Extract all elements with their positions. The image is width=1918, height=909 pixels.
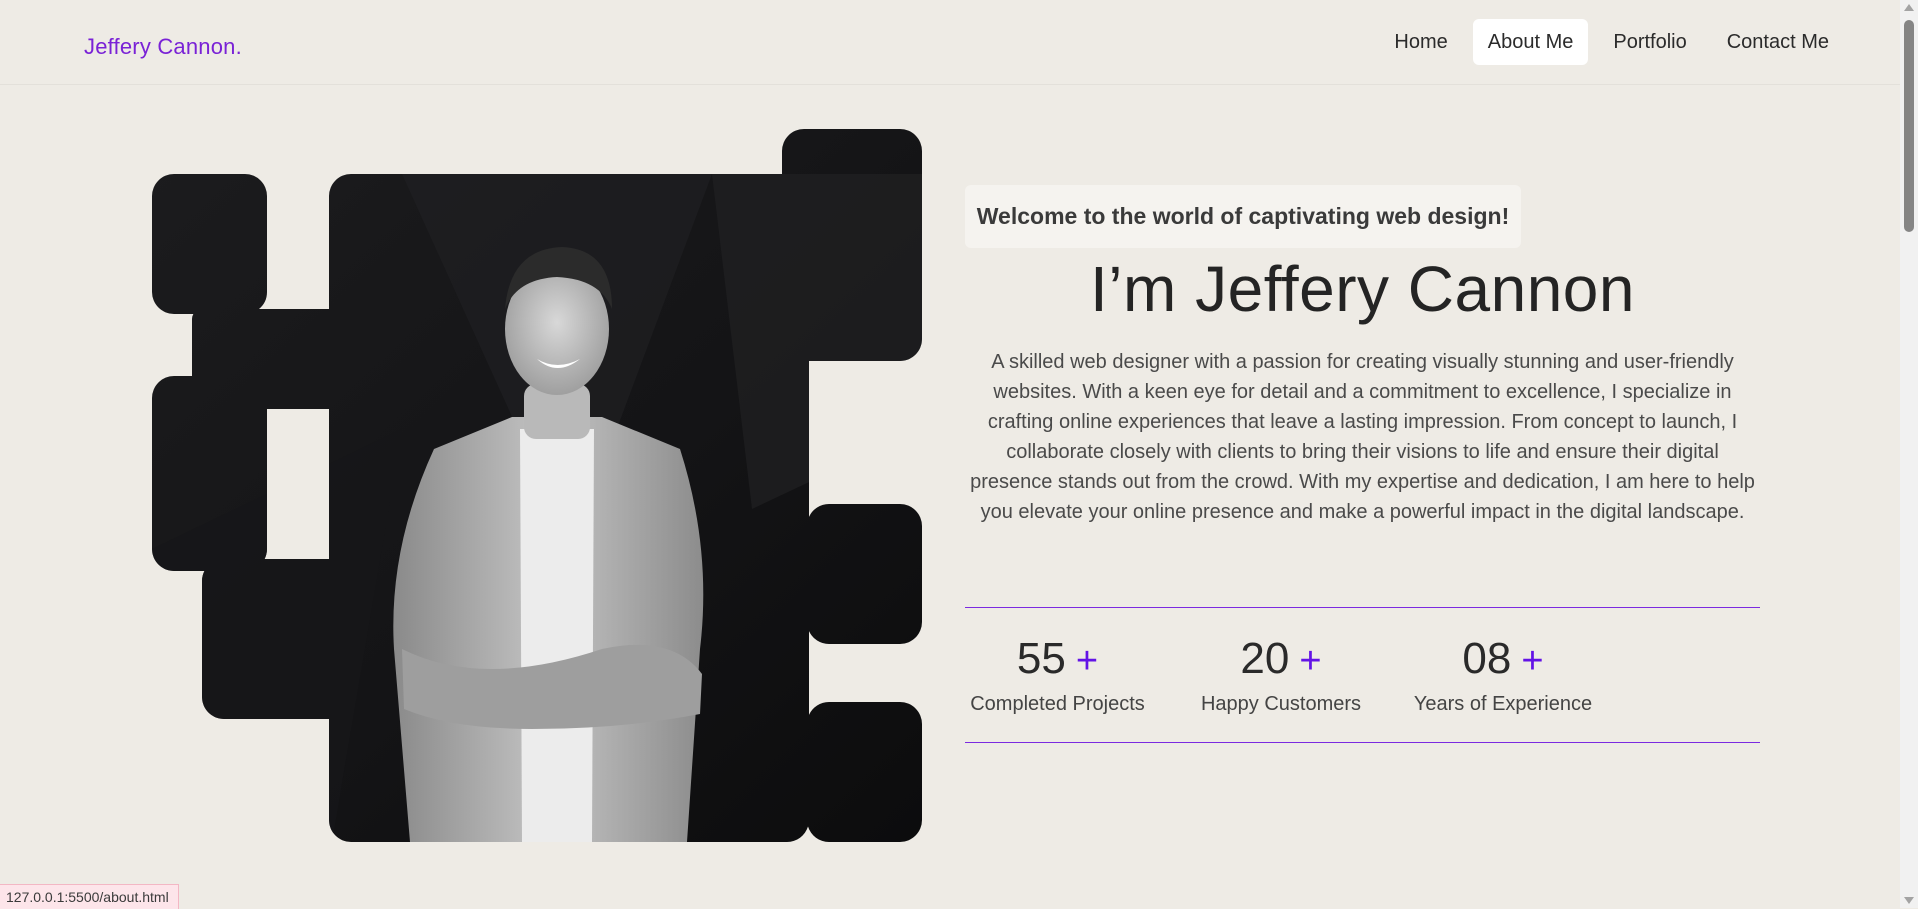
hero-description: A skilled web designer with a passion fo… [970, 351, 1755, 523]
profile-photo [152, 129, 922, 842]
welcome-badge: Welcome to the world of captivating web … [965, 185, 1521, 248]
stat-value: 55 [1016, 634, 1066, 683]
site-logo[interactable]: Jeffery Cannon. [84, 34, 242, 60]
main-nav: Home About Me Portfolio Contact Me [1379, 19, 1844, 65]
nav-contact-me[interactable]: Contact Me [1712, 19, 1844, 65]
status-url: 127.0.0.1:5500/about.html [0, 884, 179, 909]
site-header: Jeffery Cannon. Home About Me Portfolio … [0, 0, 1900, 85]
stat-value: 20 [1240, 634, 1290, 683]
stat-label: Years of Experience [1413, 693, 1593, 715]
stat-value: 08 [1462, 634, 1512, 683]
stats-divider-bottom [965, 742, 1760, 743]
nav-about-me[interactable]: About Me [1472, 19, 1589, 65]
plus-icon: + [1075, 640, 1099, 682]
scroll-down-icon[interactable] [1904, 897, 1914, 904]
stat-label: Happy Customers [1200, 693, 1362, 715]
hero-heading: I’m Jeffery Cannon [1090, 253, 1635, 325]
plus-icon: + [1299, 640, 1322, 682]
nav-home[interactable]: Home [1379, 19, 1462, 65]
stat-label: Completed Projects [970, 693, 1145, 715]
scrollbar[interactable] [1900, 0, 1918, 908]
stat-completed-projects: 55 + Completed Projects [965, 632, 1150, 716]
stat-happy-customers: 20 + Happy Customers [1197, 632, 1365, 716]
scroll-thumb[interactable] [1904, 20, 1914, 232]
plus-icon: + [1521, 640, 1544, 682]
stats-divider-top [965, 607, 1760, 608]
nav-portfolio[interactable]: Portfolio [1598, 19, 1701, 65]
scroll-up-icon[interactable] [1904, 4, 1914, 11]
stat-years-experience: 08 + Years of Experience [1412, 632, 1594, 716]
